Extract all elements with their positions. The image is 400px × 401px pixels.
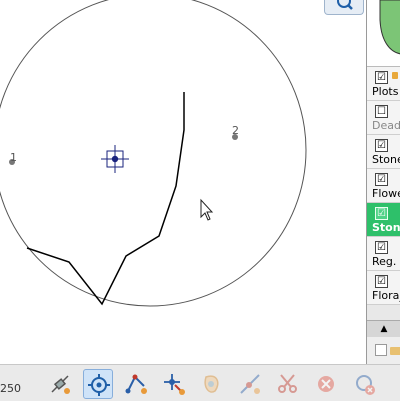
split-line-icon: [240, 374, 260, 394]
layer-visibility-checkbox[interactable]: ☐: [375, 105, 388, 118]
point-label: 2: [232, 124, 239, 137]
layer-visibility-checkbox[interactable]: ☑: [375, 139, 388, 152]
delete-feature-icon: [318, 376, 334, 392]
magnifier-icon: [337, 0, 353, 10]
layer-visibility-checkbox[interactable]: ☑: [375, 71, 388, 84]
layer-item[interactable]: ☑Flowe: [367, 169, 400, 203]
split-line-tool-button[interactable]: [235, 369, 265, 399]
layer-name: Stone: [372, 153, 400, 166]
layer-visibility-checkbox[interactable]: ☑: [375, 207, 388, 220]
map-drawing[interactable]: 1 2: [0, 0, 366, 364]
layer-item[interactable]: ☑Flora_: [367, 271, 400, 305]
line-feature[interactable]: [26, 92, 185, 306]
shape-edit-tool-button[interactable]: [197, 369, 227, 399]
satellite-icon: [51, 375, 70, 394]
select-all-checkbox[interactable]: [375, 344, 387, 356]
move-vertex-icon: [164, 374, 185, 395]
move-vertex-tool-button[interactable]: [159, 369, 189, 399]
gps-target-tool-button[interactable]: [83, 369, 113, 399]
scissors-icon: [278, 374, 297, 393]
shape-edit-icon: [204, 375, 219, 393]
add-vertex-icon: [125, 374, 147, 394]
layer-name: Reg.: [372, 255, 397, 268]
folder-icon[interactable]: [390, 347, 400, 355]
gps-target-icon: [88, 374, 110, 396]
delete-feature-tool-button[interactable]: [311, 369, 341, 399]
overview-map[interactable]: [367, 0, 400, 67]
layer-scroll-up-button[interactable]: ▲: [367, 320, 400, 338]
bottom-toolbar: 250: [0, 364, 400, 401]
layer-item[interactable]: ☐ Dead: [367, 101, 400, 135]
buffer-circle: [0, 0, 307, 307]
layer-name: Plots: [372, 85, 399, 98]
layer-item[interactable]: ☑ Reg.: [367, 237, 400, 271]
layer-item[interactable]: ☑Stone: [367, 203, 400, 237]
mouse-cursor-icon: [200, 198, 214, 221]
layer-name: Dead: [372, 119, 400, 132]
satellite-tool-button[interactable]: [45, 369, 75, 399]
layer-panel: ☑Plots☐Dead☑Stone☑Flowe☑Stone☑Reg. ☑Flor…: [366, 0, 400, 364]
delete-vertex-tool-button[interactable]: [349, 369, 379, 399]
layer-visibility-checkbox[interactable]: ☑: [375, 275, 388, 288]
zoom-button[interactable]: [324, 0, 364, 15]
point-label: 1: [10, 151, 17, 164]
layer-visibility-checkbox[interactable]: ☑: [375, 173, 388, 186]
layer-item[interactable]: ☑ Plots: [367, 67, 400, 101]
layer-item[interactable]: ☑Stone: [367, 135, 400, 169]
map-canvas[interactable]: 1 2: [0, 0, 366, 364]
layer-name: Stone: [372, 221, 400, 234]
add-vertex-tool-button[interactable]: [121, 369, 151, 399]
layer-name: Flora_: [372, 289, 400, 302]
gps-location-icon: [101, 145, 129, 173]
sidebar-footer: [367, 337, 400, 364]
lock-icon: [392, 72, 398, 79]
scale-readout: 250: [0, 382, 21, 395]
overview-shape: [379, 0, 400, 55]
scissors-tool-button[interactable]: [273, 369, 303, 399]
layer-name: Flowe: [372, 187, 400, 200]
layer-visibility-checkbox[interactable]: ☑: [375, 241, 388, 254]
delete-vertex-icon: [356, 375, 375, 395]
